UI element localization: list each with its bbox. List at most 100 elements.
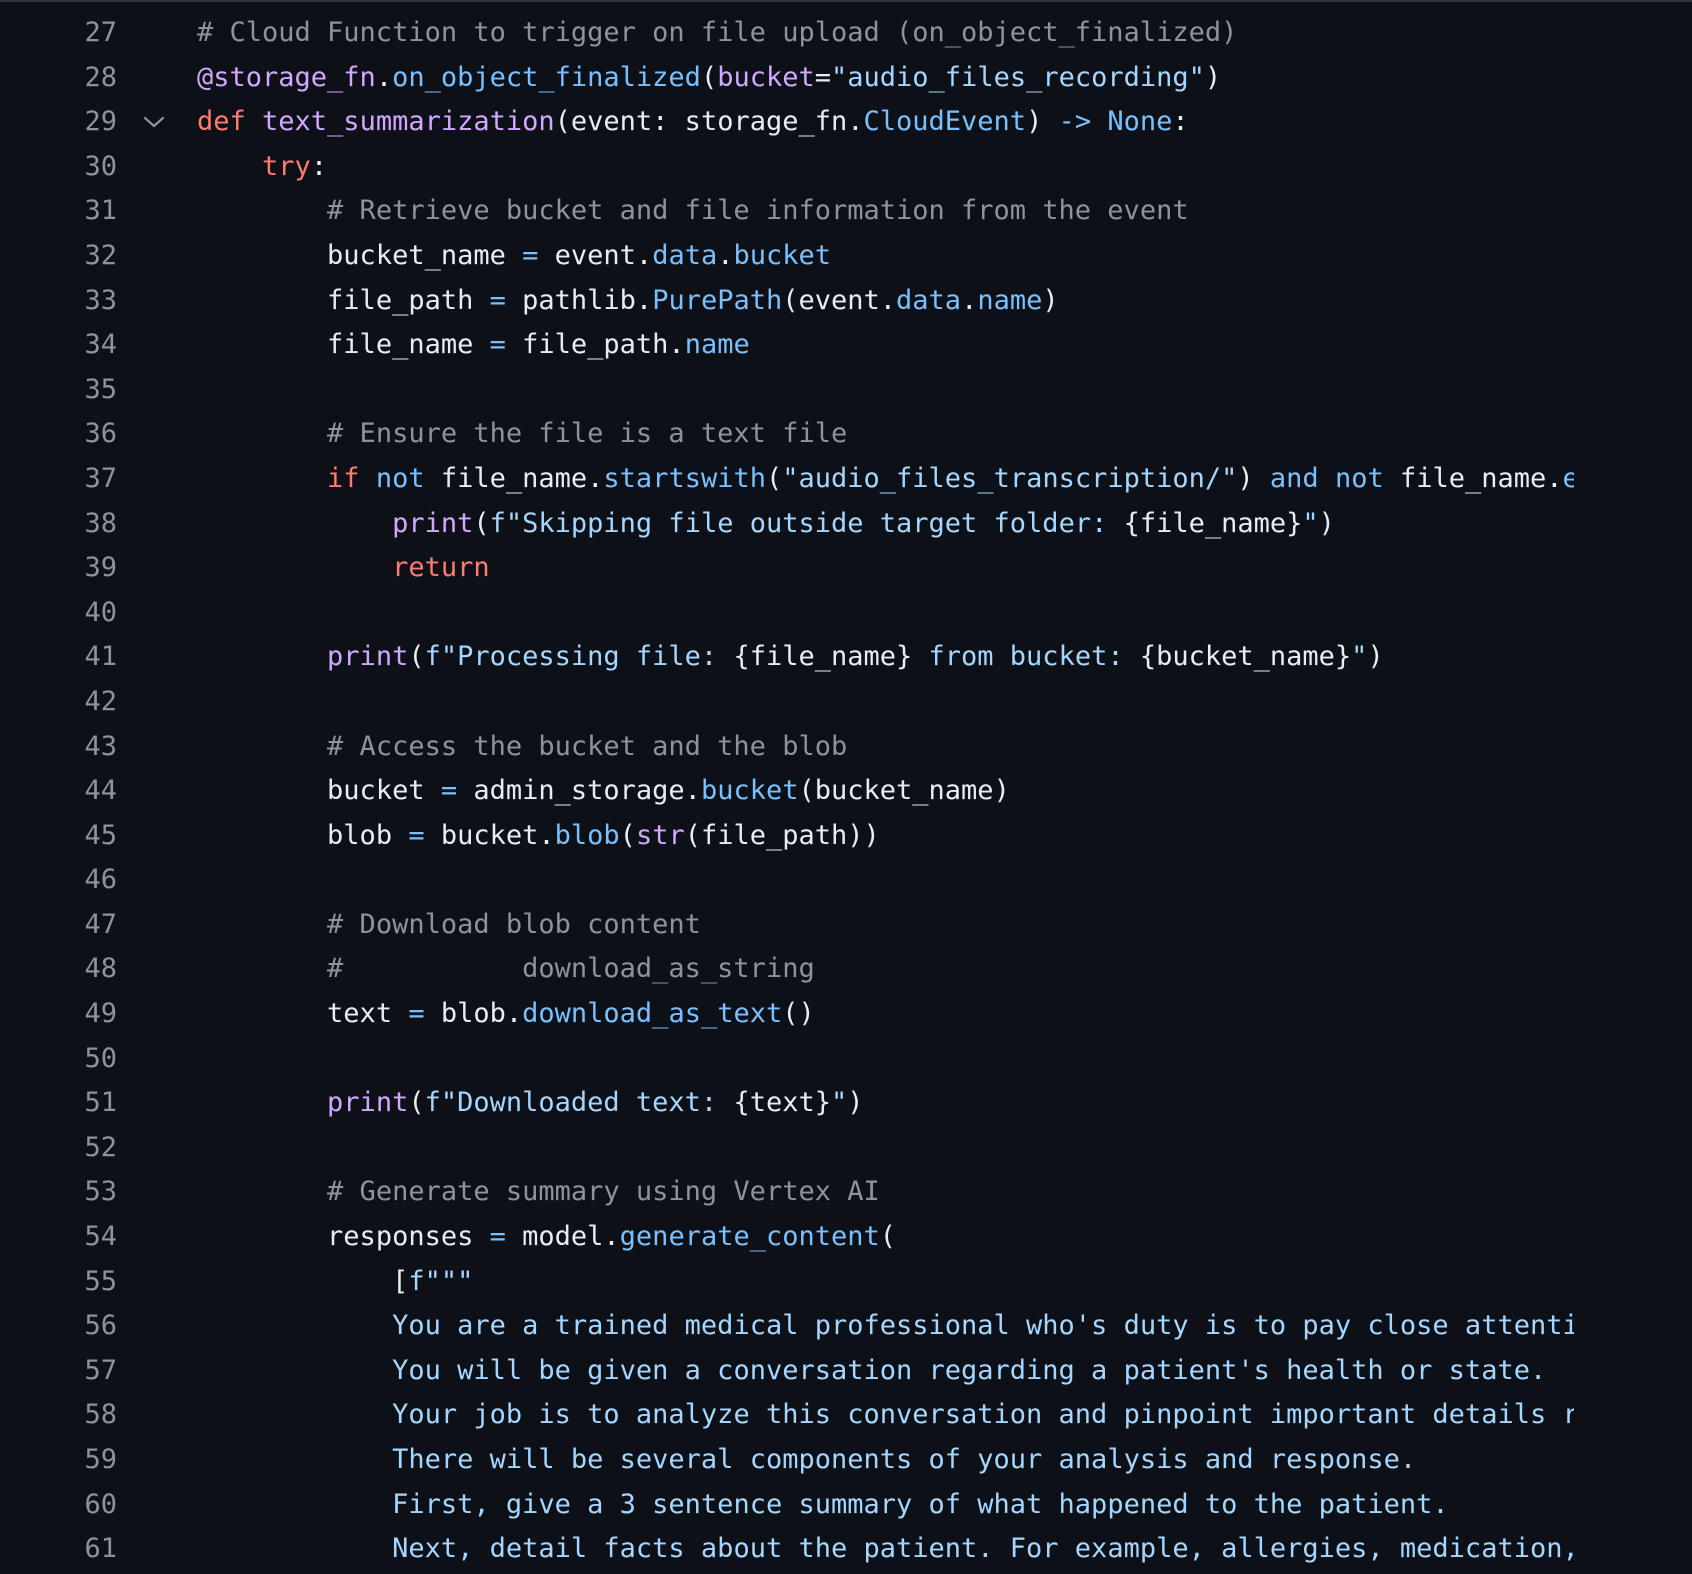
line-number: 56: [84, 1310, 117, 1342]
code-token: f"Processing file:: [424, 641, 734, 673]
code-token: text_summarization: [262, 106, 555, 138]
code-token: startswith: [603, 462, 766, 494]
code-line[interactable]: 27 # Cloud Function to trigger on file up…: [0, 11, 1692, 56]
code-line[interactable]: 58 Your job is to analyze this conversat…: [0, 1393, 1692, 1438]
code-token: # download_as_string: [327, 953, 815, 985]
code-line[interactable]: 41 print(f"Processing file: {file_name} …: [0, 635, 1692, 680]
code-line[interactable]: 28 @storage_fn.on_object_finalized(bucket…: [0, 56, 1692, 101]
code-token: {file_name}: [733, 641, 913, 673]
code-token: {bucket_name}: [1139, 641, 1352, 673]
code-line[interactable]: 39 return: [0, 546, 1692, 591]
code-line[interactable]: 52: [0, 1126, 1692, 1171]
code-token: on_object_finalized: [392, 61, 701, 93]
line-number: 61: [84, 1533, 117, 1565]
code-token: .: [961, 284, 978, 316]
code-line[interactable]: 60 First, give a 3 sentence summary of w…: [0, 1483, 1692, 1528]
code-line[interactable]: 30 try:: [0, 145, 1692, 190]
code-line[interactable]: 40: [0, 591, 1692, 636]
line-code: # Generate summary using Vertex AI: [197, 1170, 1574, 1215]
code-line[interactable]: 34 file_name = file_path.name: [0, 323, 1692, 368]
line-number: 43: [84, 730, 117, 762]
code-token: blob: [554, 819, 620, 851]
code-token: There will be several components of your…: [392, 1444, 1417, 1475]
code-line[interactable]: 47 # Download blob content: [0, 903, 1692, 948]
code-line[interactable]: 33 file_path = pathlib.PurePath(event.da…: [0, 279, 1692, 324]
code-token: -> None: [1058, 106, 1173, 138]
code-token: =: [522, 239, 539, 271]
code-token: (: [619, 819, 636, 851]
code-token: You are a trained medical professional w…: [392, 1310, 1574, 1342]
code-token: =: [408, 819, 425, 851]
line-code: print(f"Downloaded text: {text}"): [197, 1081, 1574, 1126]
code-line[interactable]: 42: [0, 680, 1692, 725]
code-token: file_name.: [1383, 462, 1563, 494]
code-token: pathlib.: [505, 284, 653, 316]
code-token: bucket.: [424, 819, 555, 851]
code-token: (: [408, 641, 425, 673]
line-number: 33: [84, 284, 117, 316]
code-token: def: [197, 106, 263, 138]
line-number: 40: [84, 596, 117, 628]
code-line[interactable]: 38 print(f"Skipping file outside target …: [0, 502, 1692, 547]
code-token: # Generate summary using Vertex AI: [327, 1176, 880, 1208]
code-line[interactable]: 56 You are a trained medical professiona…: [0, 1304, 1692, 1349]
code-token: data: [896, 284, 962, 316]
code-line[interactable]: 35: [0, 368, 1692, 413]
line-code: Your job is to analyze this conversation…: [197, 1393, 1574, 1438]
line-number: 46: [84, 864, 117, 896]
code-line[interactable]: 61 Next, detail facts about the patient.…: [0, 1527, 1692, 1572]
code-token: =: [440, 775, 458, 807]
chevron-down-icon[interactable]: [140, 100, 168, 145]
code-token: ): [1237, 462, 1270, 494]
code-token: f"Skipping file outside target folder:: [489, 507, 1124, 539]
line-number: 55: [84, 1265, 117, 1297]
code-line[interactable]: 49 text = blob.download_as_text(): [0, 992, 1692, 1037]
line-code: You will be given a conversation regardi…: [197, 1349, 1574, 1394]
code-line[interactable]: 59 There will be several components of y…: [0, 1438, 1692, 1483]
code-token: (: [408, 1087, 425, 1119]
line-code: blob = bucket.blob(str(file_path)): [197, 814, 1574, 859]
line-number: 48: [84, 953, 117, 985]
line-number: 29: [84, 106, 117, 138]
code-line[interactable]: 46: [0, 858, 1692, 903]
code-token: (event.: [782, 284, 897, 316]
code-token: .: [717, 239, 734, 271]
code-line[interactable]: 54 responses = model.generate_content(: [0, 1215, 1692, 1260]
code-token: print: [392, 507, 474, 539]
code-line[interactable]: 36 # Ensure the file is a text file: [0, 412, 1692, 457]
line-code: First, give a 3 sentence summary of what…: [197, 1483, 1574, 1528]
code-line[interactable]: 37 if not file_name.startswith("audio_fi…: [0, 457, 1692, 502]
code-token: ": [831, 1087, 848, 1119]
code-line[interactable]: 55 [f""": [0, 1260, 1692, 1305]
code-line[interactable]: 50: [0, 1037, 1692, 1082]
code-line[interactable]: 48 # download_as_string: [0, 947, 1692, 992]
line-number: 45: [84, 819, 117, 851]
code-line[interactable]: 29 def text_summarization(event: storage_…: [0, 100, 1692, 145]
line-code: file_name = file_path.name: [197, 323, 1574, 368]
code-line[interactable]: 43 # Access the bucket and the blob: [0, 725, 1692, 770]
code-line[interactable]: 57 You will be given a conversation rega…: [0, 1349, 1692, 1394]
code-line[interactable]: 31 # Retrieve bucket and file informatio…: [0, 189, 1692, 234]
code-token: # Access the bucket and the blob: [327, 730, 848, 762]
line-number: 30: [84, 150, 117, 182]
code-line[interactable]: 32 bucket_name = event.data.bucket: [0, 234, 1692, 279]
code-token: ): [1042, 284, 1059, 316]
code-token: "audio_files_recording": [831, 61, 1205, 93]
code-token: =: [489, 284, 506, 316]
code-line[interactable]: 44 bucket = admin_storage.bucket(bucket_…: [0, 769, 1692, 814]
code-token: admin_storage.: [457, 775, 701, 807]
code-token: # Download blob content: [327, 908, 701, 940]
code-token: from bucket:: [912, 641, 1140, 673]
code-line[interactable]: 45 blob = bucket.blob(str(file_path)): [0, 814, 1692, 859]
code-line[interactable]: 51 print(f"Downloaded text: {text}"): [0, 1081, 1692, 1126]
code-token: bucket: [717, 61, 815, 93]
code-line[interactable]: 53 # Generate summary using Vertex AI: [0, 1170, 1692, 1215]
